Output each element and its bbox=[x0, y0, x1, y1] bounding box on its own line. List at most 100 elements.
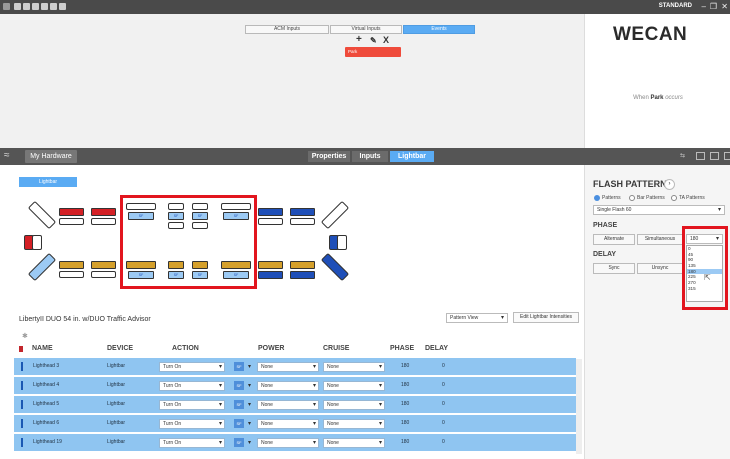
col-phase[interactable]: PHASE bbox=[390, 345, 414, 352]
tab-virtual-inputs[interactable]: Virtual Inputs bbox=[330, 25, 402, 34]
cruise-select[interactable]: None bbox=[323, 419, 385, 429]
pattern-select[interactable]: Single Flash 60 bbox=[593, 205, 725, 215]
info-icon[interactable]: › bbox=[664, 179, 675, 190]
lighthead-segment[interactable] bbox=[59, 218, 84, 225]
tab-inputs[interactable]: Inputs bbox=[352, 151, 388, 162]
lighthead-segment[interactable] bbox=[290, 218, 315, 225]
open-icon[interactable] bbox=[23, 3, 30, 10]
power-select[interactable]: None bbox=[257, 438, 319, 448]
action-select[interactable]: Turn On bbox=[159, 362, 225, 372]
row-color-marker bbox=[21, 419, 23, 428]
lighthead-segment[interactable] bbox=[290, 208, 315, 216]
corner-front-right[interactable] bbox=[320, 200, 350, 230]
sf-badge[interactable]: SF bbox=[234, 400, 244, 409]
col-device[interactable]: DEVICE bbox=[107, 345, 133, 352]
power-select[interactable]: None bbox=[257, 381, 319, 391]
close-button[interactable]: ✕ bbox=[721, 2, 728, 11]
lighthead-segment[interactable] bbox=[91, 261, 116, 269]
chevron-down-icon[interactable]: ▾ bbox=[248, 401, 251, 408]
chevron-down-icon[interactable]: ▾ bbox=[248, 439, 251, 446]
restore-button[interactable]: ❐ bbox=[710, 2, 717, 11]
action-select[interactable]: Turn On bbox=[159, 438, 225, 448]
table-row[interactable]: Lighthead 6 Lightbar Turn On SF ▾ None None 180… bbox=[14, 415, 576, 433]
minimize-button[interactable]: – bbox=[702, 2, 706, 11]
alternate-button[interactable]: Alternate bbox=[593, 234, 635, 245]
sf-badge[interactable]: SF bbox=[234, 362, 244, 371]
table-scrollbar[interactable] bbox=[576, 359, 582, 454]
col-cruise[interactable]: CRUISE bbox=[323, 345, 349, 352]
power-select[interactable]: None bbox=[257, 400, 319, 410]
edit-icon[interactable]: ✎ bbox=[370, 36, 377, 45]
sync-button[interactable]: Sync bbox=[593, 263, 635, 274]
power-select[interactable]: None bbox=[257, 419, 319, 429]
action-select[interactable]: Turn On bbox=[159, 400, 225, 410]
lighthead-segment[interactable] bbox=[290, 261, 315, 269]
sf-badge[interactable]: SF bbox=[234, 419, 244, 428]
cruise-select[interactable]: None bbox=[323, 400, 385, 410]
lighthead-segment[interactable] bbox=[59, 271, 84, 278]
new-icon[interactable] bbox=[14, 3, 21, 10]
print-icon[interactable] bbox=[41, 3, 48, 10]
lighthead-segment[interactable] bbox=[59, 261, 84, 269]
tab-acm-inputs[interactable]: ACM Inputs bbox=[245, 25, 329, 34]
corner-rear-right[interactable] bbox=[320, 252, 350, 282]
lighthead-segment[interactable] bbox=[258, 261, 283, 269]
lighthead-segment[interactable] bbox=[91, 271, 116, 278]
download-icon[interactable] bbox=[59, 3, 66, 10]
list-icon[interactable] bbox=[696, 152, 705, 160]
cruise-select[interactable]: None bbox=[323, 381, 385, 391]
cruise-select[interactable]: None bbox=[323, 362, 385, 372]
lighthead-segment[interactable] bbox=[91, 208, 116, 216]
chevron-down-icon[interactable]: ▾ bbox=[248, 363, 251, 370]
sf-badge[interactable]: SF bbox=[234, 381, 244, 390]
col-action[interactable]: ACTION bbox=[172, 345, 199, 352]
collapse-icon[interactable]: ≈ bbox=[4, 150, 10, 161]
tab-properties[interactable]: Properties bbox=[308, 151, 350, 162]
zoom-icon[interactable] bbox=[710, 152, 719, 160]
settings-icon[interactable] bbox=[724, 152, 730, 160]
col-name[interactable]: NAME bbox=[32, 345, 53, 352]
corner-rear-left[interactable] bbox=[27, 252, 57, 282]
add-icon[interactable]: + bbox=[356, 34, 362, 45]
radio-ta-patterns[interactable] bbox=[671, 195, 677, 201]
sf-badge[interactable]: SF bbox=[234, 438, 244, 447]
my-hardware-button[interactable]: My Hardware bbox=[25, 150, 77, 163]
power-select[interactable]: None bbox=[257, 362, 319, 372]
delete-icon[interactable]: X bbox=[383, 35, 389, 45]
table-row[interactable]: Lighthead 19 Lightbar Turn On SF ▾ None None 18… bbox=[14, 434, 576, 452]
row-phase: 180 bbox=[401, 401, 410, 407]
edit-intensities-button[interactable]: Edit Lightbar Intensities bbox=[513, 312, 579, 323]
simultaneous-button[interactable]: Simultaneous bbox=[637, 234, 683, 245]
lighthead-segment[interactable] bbox=[258, 218, 283, 225]
radio-patterns[interactable] bbox=[594, 195, 600, 201]
tab-lightbar[interactable]: Lightbar bbox=[390, 151, 434, 162]
lighthead-segment[interactable] bbox=[258, 271, 283, 279]
action-select[interactable]: Turn On bbox=[159, 381, 225, 391]
chevron-down-icon[interactable]: ▾ bbox=[248, 382, 251, 389]
chevron-down-icon[interactable]: ▾ bbox=[248, 420, 251, 427]
filter-icon[interactable]: ⇆ bbox=[680, 152, 689, 160]
unsync-button[interactable]: Unsync bbox=[637, 263, 683, 274]
save-icon[interactable] bbox=[32, 3, 39, 10]
tab-events[interactable]: Events bbox=[403, 25, 475, 34]
lighthead-segment[interactable] bbox=[258, 208, 283, 216]
side-right-white[interactable] bbox=[337, 235, 347, 250]
action-select[interactable]: Turn On bbox=[159, 419, 225, 429]
lighthead-segment[interactable] bbox=[59, 208, 84, 216]
cruise-select[interactable]: None bbox=[323, 438, 385, 448]
col-delay[interactable]: DELAY bbox=[425, 345, 448, 352]
lighthead-segment[interactable] bbox=[290, 271, 315, 279]
lightbar-tab[interactable]: Lightbar bbox=[19, 177, 77, 187]
view-select[interactable]: Pattern View bbox=[446, 313, 508, 323]
upload-icon[interactable] bbox=[50, 3, 57, 10]
table-row[interactable]: Lighthead 4 Lightbar Turn On SF ▾ None None 180… bbox=[14, 377, 576, 395]
radio-bar-patterns[interactable] bbox=[629, 195, 635, 201]
pin-icon[interactable]: ✱ bbox=[22, 332, 28, 340]
table-row[interactable]: Lighthead 5 Lightbar Turn On SF ▾ None None 180… bbox=[14, 396, 576, 414]
table-row[interactable]: Lighthead 3 Lightbar Turn On SF ▾ None None 180… bbox=[14, 358, 576, 376]
side-left-white[interactable] bbox=[32, 235, 42, 250]
corner-front-left[interactable] bbox=[27, 200, 57, 230]
col-power[interactable]: POWER bbox=[258, 345, 284, 352]
lighthead-segment[interactable] bbox=[91, 218, 116, 225]
event-item-park[interactable]: Park bbox=[345, 47, 401, 57]
